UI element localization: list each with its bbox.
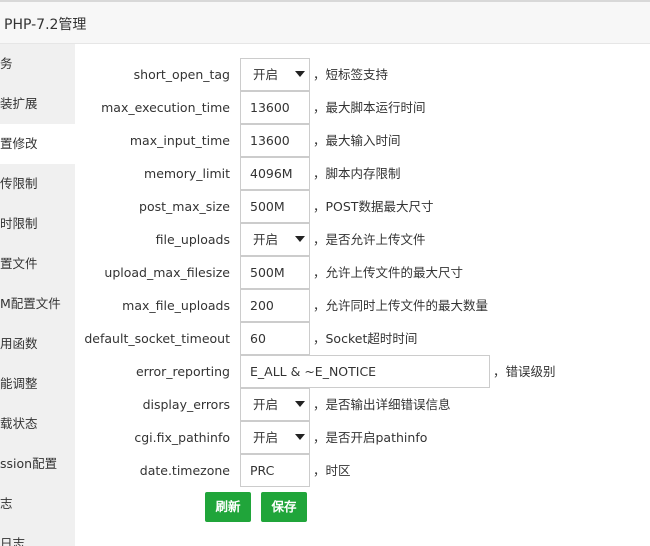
setting-label: max_input_time [129,133,230,148]
setting-row-date-timezone: date.timezone ，时区 [75,454,650,487]
setting-description: ，脚本内存限制 [313,166,401,181]
sidebar-item-config-file[interactable]: 置文件 [0,244,75,284]
window-title: PHP-7.2管理 [4,17,87,33]
setting-row-short-open-tag: short_open_tag 开启 ，短标签支持 [75,58,650,91]
memory-limit-input[interactable] [240,157,310,190]
sidebar-item-performance-tuning[interactable]: 能调整 [0,364,75,404]
setting-row-upload-max-filesize: upload_max_filesize ，允许上传文件的最大尺寸 [75,256,650,289]
sidebar-item-slow-log[interactable]: 日志 [0,524,75,546]
setting-description: ，是否允许上传文件 [313,232,426,247]
sidebar-item-fpm-config-file[interactable]: M配置文件 [0,284,75,324]
select-value: 开启 [253,232,279,247]
sidebar-item-service[interactable]: 务 [0,44,75,84]
sidebar-item-config-modify[interactable]: 置修改 [0,124,75,164]
window-titlebar: PHP-7.2管理 [0,0,650,44]
chevron-down-icon [295,434,305,440]
error-reporting-input[interactable] [240,355,490,388]
default-socket-timeout-input[interactable] [240,322,310,355]
max-file-uploads-input[interactable] [240,289,310,322]
setting-row-max-file-uploads: max_file_uploads ，允许同时上传文件的最大数量 [75,289,650,322]
setting-description: ，最大脚本运行时间 [313,100,426,115]
setting-row-max-input-time: max_input_time ，最大输入时间 [75,124,650,157]
setting-row-post-max-size: post_max_size ，POST数据最大尺寸 [75,190,650,223]
sidebar: 务 装扩展 置修改 传限制 时限制 置文件 M配置文件 用函数 能调整 载状态 … [0,44,75,546]
setting-label: default_socket_timeout [84,331,230,346]
select-value: 开启 [253,430,279,445]
save-button[interactable]: 保存 [261,492,307,522]
setting-label: max_execution_time [101,100,230,115]
setting-row-cgi-fix-pathinfo: cgi.fix_pathinfo 开启 ，是否开启pathinfo [75,421,650,454]
setting-label: error_reporting [135,364,230,379]
setting-description: ，是否开启pathinfo [313,430,428,445]
setting-description: ，Socket超时时间 [313,331,418,346]
cgi-fix-pathinfo-select[interactable]: 开启 [240,421,310,454]
sidebar-item-log[interactable]: 志 [0,484,75,524]
chevron-down-icon [295,71,305,77]
setting-row-display-errors: display_errors 开启 ，是否输出详细错误信息 [75,388,650,421]
setting-row-max-execution-time: max_execution_time ，最大脚本运行时间 [75,91,650,124]
sidebar-item-load-status[interactable]: 载状态 [0,404,75,444]
short-open-tag-select[interactable]: 开启 [240,58,310,91]
sidebar-item-upload-limit[interactable]: 传限制 [0,164,75,204]
file-uploads-select[interactable]: 开启 [240,223,310,256]
setting-row-memory-limit: memory_limit ，脚本内存限制 [75,157,650,190]
display-errors-select[interactable]: 开启 [240,388,310,421]
post-max-size-input[interactable] [240,190,310,223]
upload-max-filesize-input[interactable] [240,256,310,289]
max-input-time-input[interactable] [240,124,310,157]
sidebar-item-disabled-functions[interactable]: 用函数 [0,324,75,364]
setting-label: short_open_tag [133,67,230,82]
chevron-down-icon [295,401,305,407]
setting-label: date.timezone [139,463,230,478]
setting-description: ，最大输入时间 [313,133,401,148]
setting-description: ，短标签支持 [313,67,389,82]
sidebar-item-session-config[interactable]: ssion配置 [0,444,75,484]
setting-label: cgi.fix_pathinfo [134,430,230,445]
sidebar-item-timeout-limit[interactable]: 时限制 [0,204,75,244]
max-execution-time-input[interactable] [240,91,310,124]
setting-label: display_errors [142,397,230,412]
setting-description: ，允许上传文件的最大尺寸 [313,265,464,280]
chevron-down-icon [295,236,305,242]
setting-description: ，时区 [313,463,351,478]
setting-description: ，是否输出详细错误信息 [313,397,451,412]
setting-label: memory_limit [144,166,230,181]
setting-description: ，POST数据最大尺寸 [313,199,434,214]
setting-label: upload_max_filesize [104,265,230,280]
setting-label: post_max_size [139,199,230,214]
setting-label: file_uploads [155,232,230,247]
setting-row-file-uploads: file_uploads 开启 ，是否允许上传文件 [75,223,650,256]
sidebar-item-install-extension[interactable]: 装扩展 [0,84,75,124]
setting-description: ，允许同时上传文件的最大数量 [313,298,489,313]
refresh-button[interactable]: 刷新 [205,492,251,522]
setting-row-error-reporting: error_reporting ，错误级别 [75,355,650,388]
select-value: 开启 [253,67,279,82]
select-value: 开启 [253,397,279,412]
setting-label: max_file_uploads [122,298,230,313]
setting-row-default-socket-timeout: default_socket_timeout ，Socket超时时间 [75,322,650,355]
setting-description: ，错误级别 [493,364,556,379]
php-settings-form: short_open_tag 开启 ，短标签支持 max_execution_t… [75,44,650,546]
date-timezone-input[interactable] [240,454,310,487]
